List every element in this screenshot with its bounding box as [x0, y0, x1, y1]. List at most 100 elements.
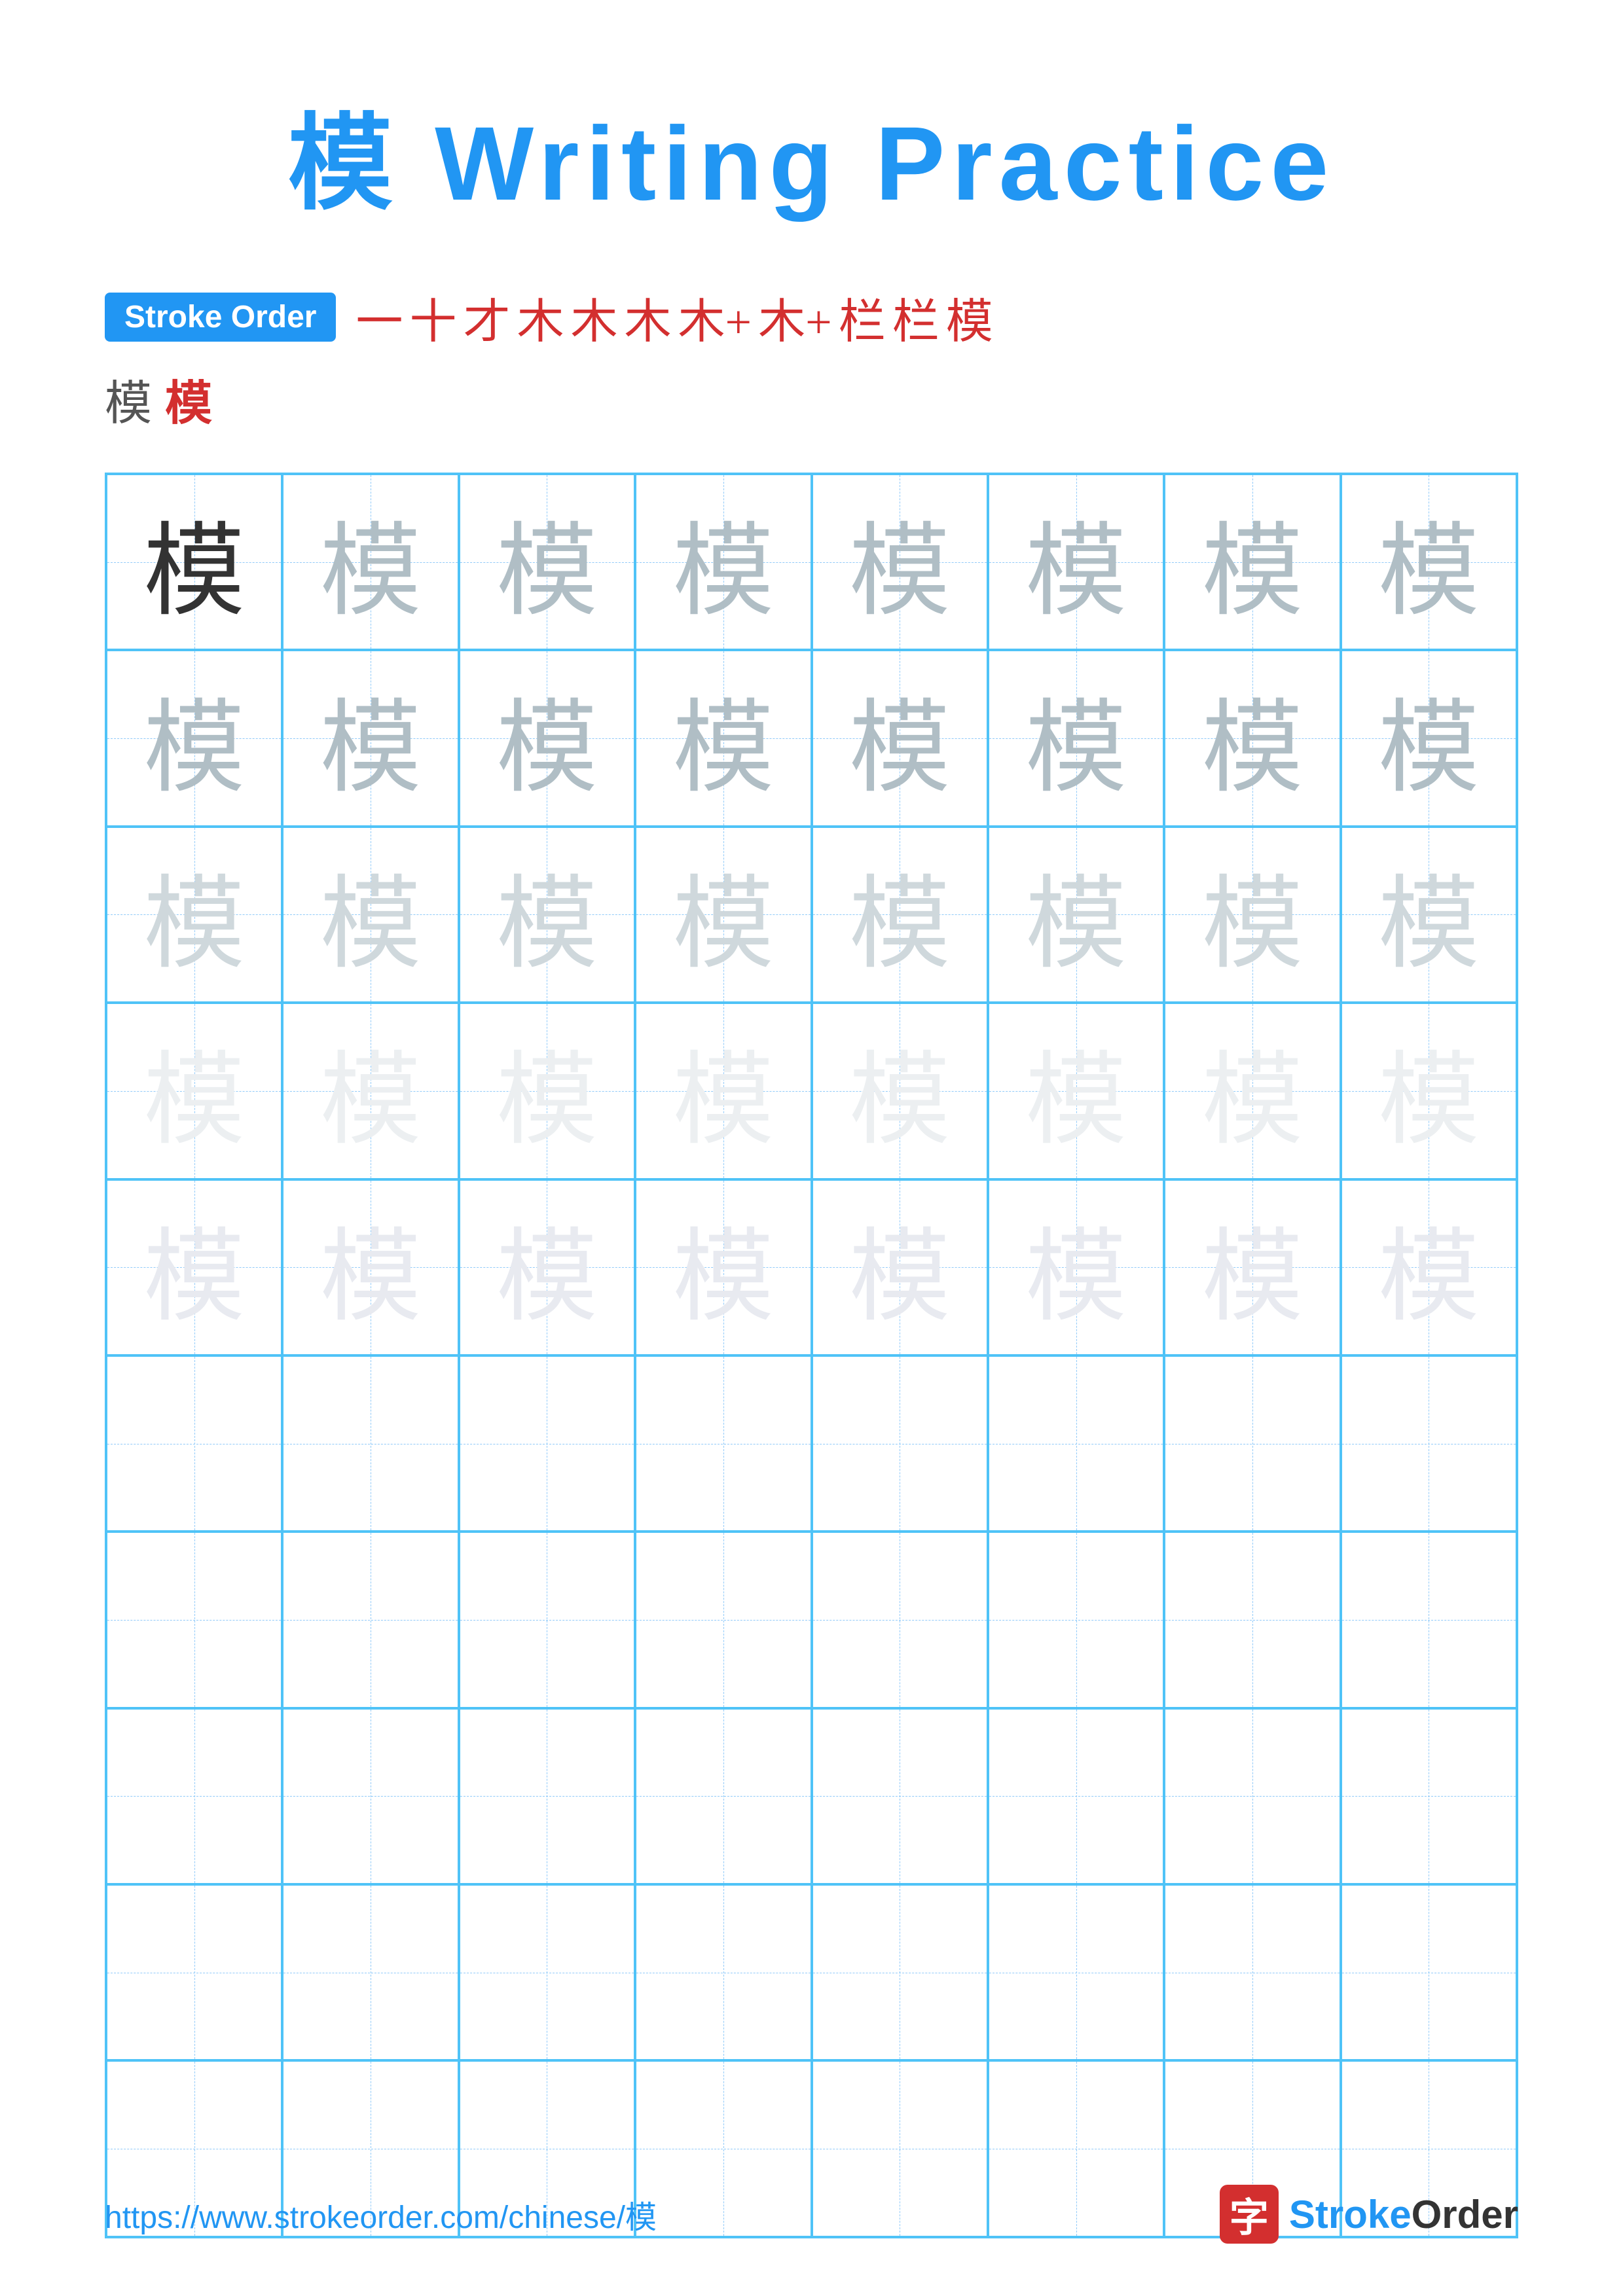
- grid-cell[interactable]: [106, 1532, 282, 1708]
- grid-cell[interactable]: 模: [282, 827, 458, 1003]
- grid-cell[interactable]: 模: [1164, 1179, 1340, 1355]
- grid-cell[interactable]: 模: [812, 1003, 988, 1179]
- grid-cell[interactable]: [282, 1884, 458, 2060]
- practice-char: 模: [849, 841, 951, 988]
- grid-cell[interactable]: 模: [988, 1179, 1164, 1355]
- grid-cell[interactable]: 模: [635, 1179, 811, 1355]
- grid-cell[interactable]: [1341, 1884, 1517, 2060]
- grid-cell[interactable]: 模: [1341, 474, 1517, 650]
- practice-char: 模: [143, 1194, 245, 1341]
- grid-cell[interactable]: [1341, 1355, 1517, 1532]
- stroke-char-9: 栏: [839, 283, 886, 351]
- grid-cell[interactable]: [1164, 1884, 1340, 2060]
- grid-cell[interactable]: 模: [635, 650, 811, 826]
- grid-cell[interactable]: [1164, 1532, 1340, 1708]
- grid-cell[interactable]: [988, 1884, 1164, 2060]
- stroke-char-6: 木: [625, 283, 672, 351]
- grid-cell[interactable]: 模: [459, 650, 635, 826]
- page: 模 Writing Practice Stroke Order 一 十 才 木 …: [0, 0, 1623, 2296]
- grid-cell[interactable]: 模: [812, 827, 988, 1003]
- grid-cell[interactable]: [106, 1708, 282, 1884]
- grid-cell[interactable]: 模: [812, 650, 988, 826]
- stroke-order-row: Stroke Order 一 十 才 木 木 木 木+ 木+ 栏 栏 模: [105, 283, 1518, 351]
- grid-cell[interactable]: [812, 1884, 988, 2060]
- grid-cell[interactable]: [812, 1355, 988, 1532]
- grid-cell[interactable]: [1341, 1532, 1517, 1708]
- grid-cell[interactable]: [635, 1884, 811, 2060]
- grid-cell[interactable]: 模: [1341, 1003, 1517, 1179]
- footer-logo-text: StrokeOrder: [1289, 2192, 1518, 2237]
- grid-cell[interactable]: 模: [1341, 1179, 1517, 1355]
- grid-cell[interactable]: [282, 1532, 458, 1708]
- grid-cell[interactable]: [1164, 1708, 1340, 1884]
- stroke-char-7: 木+: [678, 283, 752, 351]
- grid-cell[interactable]: [282, 1355, 458, 1532]
- grid-cell[interactable]: 模: [812, 1179, 988, 1355]
- grid-cell[interactable]: [635, 1532, 811, 1708]
- grid-cell[interactable]: 模: [106, 650, 282, 826]
- grid-cell[interactable]: 模: [282, 650, 458, 826]
- practice-char: 模: [496, 1017, 598, 1164]
- grid-cell[interactable]: 模: [106, 1179, 282, 1355]
- grid-cell[interactable]: 模: [459, 827, 635, 1003]
- grid-cell[interactable]: [988, 1532, 1164, 1708]
- grid-cell[interactable]: 模: [812, 474, 988, 650]
- grid-cell[interactable]: 模: [635, 1003, 811, 1179]
- grid-cell[interactable]: 模: [635, 827, 811, 1003]
- page-title: 模 Writing Practice: [288, 79, 1336, 230]
- grid-cell[interactable]: 模: [282, 1179, 458, 1355]
- grid-cell[interactable]: [1164, 1355, 1340, 1532]
- grid-cell[interactable]: 模: [282, 474, 458, 650]
- grid-cell[interactable]: 模: [1164, 1003, 1340, 1179]
- grid-cell[interactable]: 模: [1341, 827, 1517, 1003]
- grid-cell[interactable]: [459, 1532, 635, 1708]
- practice-char: 模: [1201, 1017, 1303, 1164]
- grid-cell[interactable]: [988, 1355, 1164, 1532]
- grid-row-3: 模 模 模 模 模 模 模 模: [106, 827, 1517, 1003]
- grid-cell[interactable]: [459, 1884, 635, 2060]
- grid-cell[interactable]: [988, 1708, 1164, 1884]
- grid-cell[interactable]: 模: [988, 474, 1164, 650]
- practice-char: 模: [672, 488, 774, 636]
- grid-cell[interactable]: 模: [106, 827, 282, 1003]
- stroke-char-1: 一: [356, 283, 403, 351]
- practice-char: 模: [672, 665, 774, 812]
- footer-url[interactable]: https://www.strokeorder.com/chinese/模: [105, 2191, 657, 2237]
- grid-cell[interactable]: 模: [988, 650, 1164, 826]
- grid-row-6: [106, 1355, 1517, 1532]
- grid-cell[interactable]: 模: [1164, 474, 1340, 650]
- grid-cell[interactable]: 模: [1164, 650, 1340, 826]
- practice-char: 模: [1025, 1194, 1127, 1341]
- grid-cell[interactable]: [1341, 1708, 1517, 1884]
- stroke-char-8: 木+: [758, 283, 832, 351]
- grid-cell[interactable]: 模: [635, 474, 811, 650]
- grid-cell[interactable]: 模: [1164, 827, 1340, 1003]
- grid-cell[interactable]: 模: [282, 1003, 458, 1179]
- grid-cell[interactable]: [812, 1532, 988, 1708]
- grid-cell[interactable]: [282, 1708, 458, 1884]
- practice-char: 模: [1025, 841, 1127, 988]
- practice-char: 模: [1201, 665, 1303, 812]
- grid-cell[interactable]: 模: [459, 1003, 635, 1179]
- grid-cell[interactable]: [106, 1355, 282, 1532]
- grid-cell[interactable]: [635, 1355, 811, 1532]
- grid-cell[interactable]: 模: [459, 1179, 635, 1355]
- grid-cell[interactable]: 模: [106, 474, 282, 650]
- grid-cell[interactable]: [635, 1708, 811, 1884]
- grid-cell[interactable]: [106, 1884, 282, 2060]
- grid-cell[interactable]: [812, 1708, 988, 1884]
- grid-cell[interactable]: 模: [988, 827, 1164, 1003]
- practice-char: 模: [672, 1017, 774, 1164]
- grid-cell[interactable]: 模: [988, 1003, 1164, 1179]
- grid-cell[interactable]: 模: [106, 1003, 282, 1179]
- footer-logo-icon: 字: [1220, 2185, 1279, 2244]
- grid-cell[interactable]: [459, 1708, 635, 1884]
- grid-row-8: [106, 1708, 1517, 1884]
- grid-row-2: 模 模 模 模 模 模 模 模: [106, 650, 1517, 826]
- grid-cell[interactable]: [459, 1355, 635, 1532]
- stroke-char-3: 才: [463, 283, 510, 351]
- grid-cell[interactable]: 模: [1341, 650, 1517, 826]
- practice-char: 模: [1201, 841, 1303, 988]
- grid-cell[interactable]: 模: [459, 474, 635, 650]
- practice-char: 模: [849, 1017, 951, 1164]
